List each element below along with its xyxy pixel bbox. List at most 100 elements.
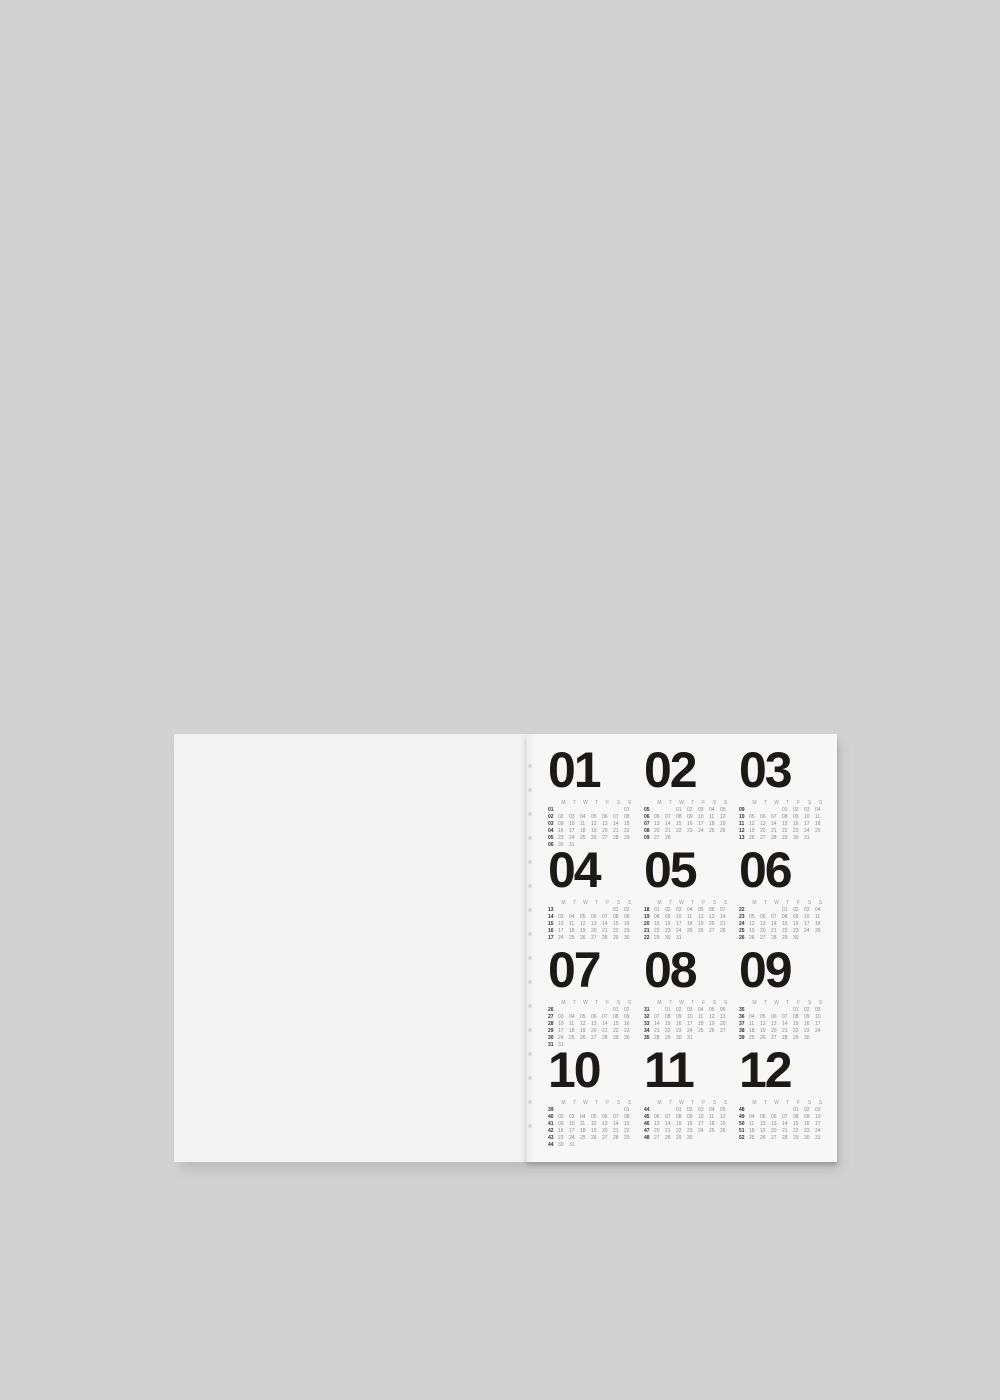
week-number: 36: [739, 1014, 745, 1020]
mini-calendar: M T W T F S S 44 01 02 03 04 05 45 06 07 08 09 10 11 12 46 13 1…: [644, 1100, 732, 1142]
day-number: [687, 835, 698, 842]
day-number: 24: [698, 1128, 704, 1134]
day-number: 24: [815, 1128, 821, 1134]
month-number: 01: [548, 742, 602, 798]
day-number: 18: [749, 1028, 755, 1034]
day-number: 25: [815, 928, 821, 934]
day-number: [591, 1142, 602, 1149]
day-number: 11: [698, 1014, 704, 1020]
week-row: 43 23 24 25 26 27 28 29: [548, 1135, 636, 1142]
weekday-label: S: [723, 900, 728, 906]
day-number: 30: [676, 1035, 682, 1041]
week-row: 44 01 02 03 04 05: [644, 1107, 732, 1114]
binding-hole: [528, 1076, 532, 1080]
week-number: 06: [644, 814, 650, 820]
mini-calendar: M T W T F S S 18 01 02 03 04 05 06 07 19 08 09 10 11 12 13 14 2…: [644, 900, 732, 942]
weekday-label: W: [583, 800, 588, 806]
day-number: 14: [771, 821, 777, 827]
day-number: 26: [720, 1128, 726, 1134]
weekday-label: F: [605, 800, 610, 806]
week-number: 39: [739, 1035, 745, 1041]
day-number: 24: [676, 928, 682, 934]
day-number: 17: [558, 1028, 564, 1034]
day-number: 27: [760, 835, 766, 841]
day-number: 16: [624, 1021, 630, 1027]
day-number: 21: [720, 921, 726, 927]
week-number: 50: [739, 1121, 745, 1127]
day-number: 10: [815, 1114, 821, 1120]
day-number: [591, 807, 602, 814]
day-number: 12: [749, 921, 755, 927]
week-row: 22 29 30 31: [644, 935, 732, 942]
day-number: 29: [624, 1135, 630, 1141]
day-number: 16: [793, 921, 799, 927]
day-number: 26: [760, 1035, 766, 1041]
binding-hole: [528, 764, 532, 768]
day-number: 29: [676, 1135, 682, 1141]
day-number: 08: [613, 914, 619, 920]
day-number: 29: [624, 835, 630, 841]
day-number: 04: [749, 1014, 755, 1020]
month-block: 04 M T W T F S S 13 01 02 14 03 04 05 06 07 08 09 15 10 11 12 1…: [548, 845, 638, 942]
day-number: 05: [591, 1114, 597, 1120]
day-number: 17: [676, 921, 682, 927]
day-number: 13: [771, 1121, 777, 1127]
day-number: 12: [760, 1021, 766, 1027]
day-number: 26: [591, 1135, 597, 1141]
day-number: 02: [804, 1007, 810, 1013]
week-number: 22: [644, 935, 650, 941]
day-number: 07: [602, 1014, 608, 1020]
day-number: 26: [580, 1035, 586, 1041]
mini-calendar: M T W T F S S 13 01 02 14 03 04 05 06 07 08 09 15 10 11 12 13 1…: [548, 900, 636, 942]
weekday-label: S: [807, 1000, 812, 1006]
week-row: 16 17 18 19 20 21 22 23: [548, 928, 636, 935]
weekday-label: F: [796, 1100, 801, 1106]
day-number: 10: [569, 821, 575, 827]
day-number: 02: [558, 814, 564, 820]
weekday-label: S: [723, 1000, 728, 1006]
day-number: [771, 1007, 782, 1014]
day-number: 29: [665, 1035, 671, 1041]
day-number: 26: [591, 835, 597, 841]
month-block: 05 M T W T F S S 18 01 02 03 04 05 06 07 19 08 09 10 11 12 13 1…: [644, 845, 734, 942]
day-number: 16: [624, 921, 630, 927]
day-number: 19: [580, 1028, 586, 1034]
mini-calendar: M T W T F S S 35 01 02 03 36 04 05 06 07 08 09 10 37 11 12 13 1…: [739, 1000, 827, 1042]
day-number: 29: [782, 935, 788, 941]
day-number: 15: [613, 921, 619, 927]
week-number: 51: [739, 1128, 745, 1134]
day-number: 13: [591, 1021, 597, 1027]
day-number: [665, 807, 676, 814]
weekday-header: MTWTFSS: [749, 1000, 827, 1007]
day-number: 14: [602, 1021, 608, 1027]
day-number: 20: [602, 828, 608, 834]
day-number: 24: [815, 1028, 821, 1034]
day-number: 17: [687, 1021, 693, 1027]
weekday-label: T: [572, 900, 577, 906]
week-row: 08 20 21 22 23 24 25 26: [644, 828, 732, 835]
week-number: 04: [548, 828, 554, 834]
day-number: 22: [782, 928, 788, 934]
day-number: [760, 1107, 771, 1114]
day-number: [709, 835, 720, 842]
day-number: 04: [709, 807, 715, 813]
day-number: 03: [676, 907, 682, 913]
day-number: [569, 907, 580, 914]
week-number: 26: [548, 1007, 554, 1013]
day-number: 25: [749, 1135, 755, 1141]
week-row: 01 01: [548, 807, 636, 814]
weekday-label: S: [818, 800, 823, 806]
weekday-label: T: [668, 800, 673, 806]
week-row: 14 03 04 05 06 07 08 09: [548, 914, 636, 921]
week-number: 11: [739, 821, 745, 827]
weekday-label: T: [572, 1000, 577, 1006]
day-number: 06: [654, 814, 660, 820]
day-number: [580, 907, 591, 914]
day-number: 01: [793, 1007, 799, 1013]
weekday-label: F: [605, 1000, 610, 1006]
day-number: [580, 807, 591, 814]
weekday-label: T: [594, 800, 599, 806]
week-number: 03: [548, 821, 554, 827]
day-number: [709, 935, 720, 942]
week-number: 17: [548, 935, 554, 941]
